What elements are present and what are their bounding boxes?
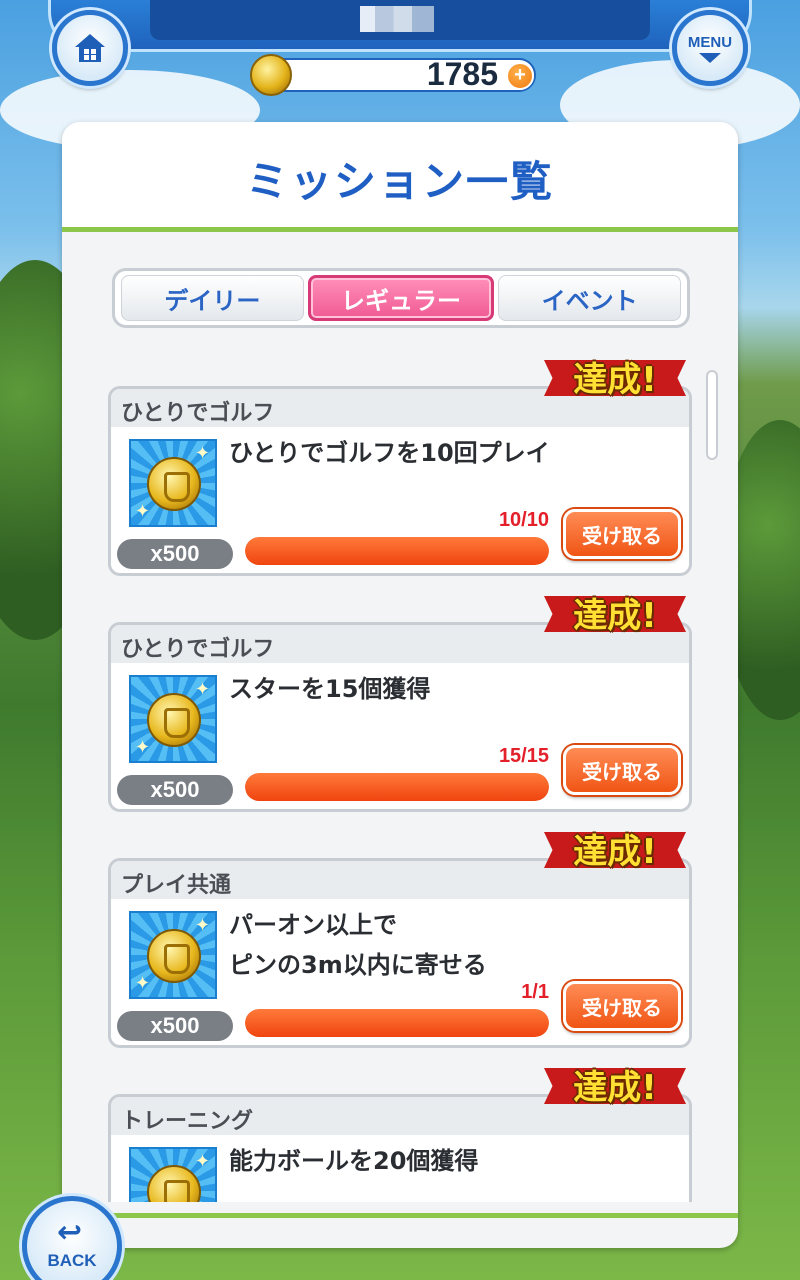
progress-fill (245, 1009, 549, 1037)
player-name-plate (150, 0, 650, 40)
reward-quantity: x500 (117, 1011, 233, 1041)
progress-bar (245, 537, 549, 565)
completed-badge: 達成! (544, 590, 686, 636)
claim-button[interactable]: 受け取る (563, 745, 681, 795)
mission-panel: ミッション一覧 デイリー レギュラー イベント ひとりでゴルフ ✦ ✦ x500… (62, 122, 738, 1248)
reward-coin-icon: ✦ ✦ (129, 911, 217, 999)
reward-quantity: x500 (117, 539, 233, 569)
menu-button[interactable]: MENU (672, 10, 748, 86)
reward-quantity: x500 (117, 775, 233, 805)
progress-count: 15/15 (498, 745, 549, 767)
badge-label: 達成! (573, 832, 657, 872)
menu-label: MENU (687, 33, 733, 51)
home-icon (75, 34, 105, 62)
mission-description: パーオン以上で ピンの3m以内に寄せる (229, 905, 669, 985)
tab-regular[interactable]: レギュラー (307, 275, 495, 321)
tab-event[interactable]: イベント (498, 275, 682, 321)
progress-fill (245, 773, 549, 801)
reward-coin-icon: ✦ ✦ (129, 439, 217, 527)
player-name-redacted (360, 6, 434, 32)
reward-coin-icon: ✦ ✦ (129, 675, 217, 763)
mission-description: ひとりでゴルフを10回プレイ (229, 439, 550, 467)
badge-label: 達成! (573, 360, 657, 400)
panel-header: ミッション一覧 (62, 122, 738, 232)
progress-fill (245, 537, 549, 565)
back-label: BACK (47, 1251, 97, 1270)
sparkle-icon: ✦ (135, 501, 151, 522)
completed-badge: 達成! (544, 826, 686, 872)
progress-bar (245, 773, 549, 801)
claim-button[interactable]: 受け取る (563, 509, 681, 559)
page-title: ミッション一覧 (245, 157, 554, 206)
top-bar: MENU 1785 + (0, 0, 800, 105)
mission-card: トレーニング ✦ 能力ボールを20個獲得 (108, 1094, 692, 1202)
coin-icon (147, 457, 201, 511)
mission-card: ひとりでゴルフ ✦ ✦ x500 ひとりでゴルフを10回プレイ 10/10 受け… (108, 386, 692, 576)
progress-bar (245, 1009, 549, 1037)
badge-label: 達成! (573, 596, 657, 636)
sparkle-icon: ✦ (195, 443, 211, 464)
mission-description: スターを15個獲得 (229, 675, 431, 703)
scrollbar[interactable] (706, 370, 718, 460)
list-item: ひとりでゴルフ ✦ ✦ x500 スターを15個獲得 15/15 受け取る 達成… (108, 590, 692, 812)
progress-count: 10/10 (498, 509, 549, 531)
mission-list[interactable]: ひとりでゴルフ ✦ ✦ x500 ひとりでゴルフを10回プレイ 10/10 受け… (108, 354, 692, 1202)
sparkle-icon: ✦ (195, 1151, 211, 1172)
mission-description-line: ピンの3m以内に寄せる (229, 951, 487, 979)
chevron-down-icon (699, 52, 721, 63)
list-item: ひとりでゴルフ ✦ ✦ x500 ひとりでゴルフを10回プレイ 10/10 受け… (108, 354, 692, 576)
sparkle-icon: ✦ (135, 973, 151, 994)
sparkle-icon: ✦ (135, 737, 151, 758)
mission-tabs: デイリー レギュラー イベント (112, 268, 690, 328)
coin-icon (147, 1165, 201, 1202)
home-button[interactable] (52, 10, 128, 86)
reward-coin-icon: ✦ (129, 1147, 217, 1202)
coin-icon (250, 54, 292, 96)
completed-badge: 達成! (544, 1062, 686, 1108)
coin-icon (147, 929, 201, 983)
coin-count: 1785 (426, 56, 498, 92)
mission-card: ひとりでゴルフ ✦ ✦ x500 スターを15個獲得 15/15 受け取る (108, 622, 692, 812)
claim-button[interactable]: 受け取る (563, 981, 681, 1031)
coin-icon (147, 693, 201, 747)
sparkle-icon: ✦ (195, 915, 211, 936)
mission-description: 能力ボールを20個獲得 (229, 1147, 479, 1175)
tab-daily[interactable]: デイリー (121, 275, 304, 321)
panel-footer-divider (62, 1213, 738, 1218)
mission-description-line: パーオン以上で (229, 911, 397, 939)
badge-label: 達成! (573, 1068, 657, 1108)
completed-badge: 達成! (544, 354, 686, 400)
mission-card: プレイ共通 ✦ ✦ x500 パーオン以上で ピンの3m以内に寄せる 1/1 受… (108, 858, 692, 1048)
sparkle-icon: ✦ (195, 679, 211, 700)
list-item: プレイ共通 ✦ ✦ x500 パーオン以上で ピンの3m以内に寄せる 1/1 受… (108, 826, 692, 1048)
return-arrow-icon: ↩ (57, 1215, 83, 1250)
add-coins-button[interactable]: + (506, 62, 534, 90)
progress-count: 1/1 (521, 981, 549, 1003)
list-item: トレーニング ✦ 能力ボールを20個獲得 達成! (108, 1062, 692, 1202)
